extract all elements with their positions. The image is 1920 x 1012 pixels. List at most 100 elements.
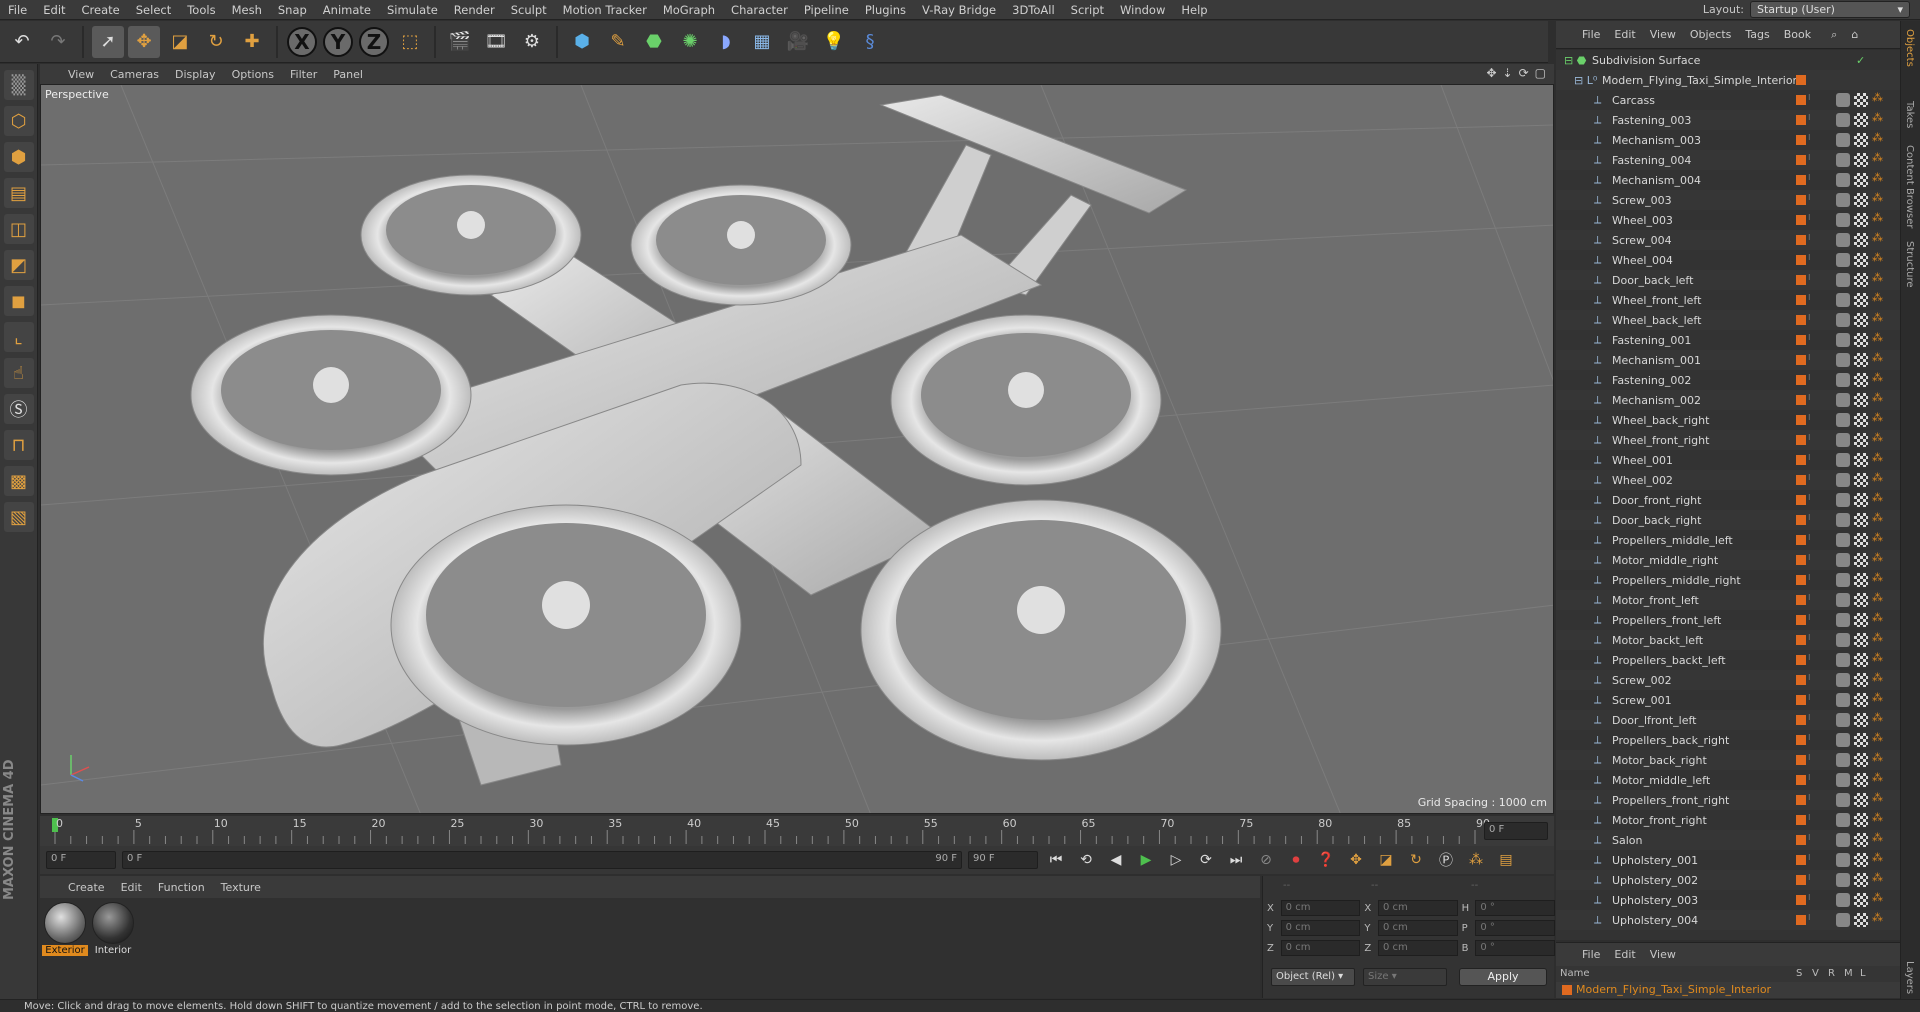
texture-tag-icon[interactable] [1854,573,1868,587]
solo-icon[interactable]: Ⓢ [3,394,34,424]
object-row[interactable]: ⟂ Fastening_001 ⁝ ⁂ [1556,330,1900,350]
timeline-window-icon[interactable]: ▤ [1494,849,1518,871]
phong-tag-icon[interactable] [1836,293,1850,307]
axis-z-button[interactable]: Z [359,26,389,57]
go-to-start-icon[interactable]: ⏮ [1044,849,1068,871]
material-tag-icon[interactable]: ⁂ [1872,891,1883,904]
phong-tag-icon[interactable] [1836,253,1850,267]
menu-vray-bridge[interactable]: V-Ray Bridge [914,0,1004,20]
layer-color-tag[interactable] [1796,615,1806,625]
previous-frame-icon[interactable]: ◀ [1104,849,1128,871]
key-parameter-icon[interactable]: Ⓟ [1434,849,1458,871]
texture-tag-icon[interactable] [1854,453,1868,467]
layer-color-tag[interactable] [1796,555,1806,565]
move-icon[interactable]: ✥ [128,25,160,58]
apply-button[interactable]: Apply [1459,968,1547,986]
texture-tag-icon[interactable] [1854,233,1868,247]
planar-workplane-icon[interactable]: ▧ [3,502,34,532]
object-row[interactable]: ⟂ Upholstery_002 ⁝ ⁂ [1556,870,1900,890]
phong-tag-icon[interactable] [1836,353,1850,367]
layer-color-tag[interactable] [1796,275,1806,285]
texture-tag-icon[interactable] [1854,153,1868,167]
menu-plugins[interactable]: Plugins [857,0,914,20]
om-menu-view[interactable]: View [1650,28,1676,41]
key-scale-icon[interactable]: ◪ [1374,849,1398,871]
layer-color-tag[interactable] [1796,135,1806,145]
object-row[interactable]: ⟂ Upholstery_004 ⁝ ⁂ [1556,910,1900,930]
visibility-dots-icon[interactable]: ⁝ [1808,873,1814,883]
object-row[interactable]: ⟂ Fastening_002 ⁝ ⁂ [1556,370,1900,390]
texture-tag-icon[interactable] [1854,433,1868,447]
material-tag-icon[interactable]: ⁂ [1872,371,1883,384]
visibility-dots-icon[interactable]: ⁝ [1808,853,1814,863]
size-mode-select[interactable]: Size ▾ [1363,968,1447,986]
viewport-menu-cameras[interactable]: Cameras [110,68,159,81]
phong-tag-icon[interactable] [1836,133,1850,147]
texture-tag-icon[interactable] [1854,193,1868,207]
visibility-dots-icon[interactable]: ⁝ [1808,433,1814,443]
layer-color-tag[interactable] [1796,595,1806,605]
texture-mode-icon[interactable]: ⬢ [3,142,34,172]
visibility-dots-icon[interactable]: ⁝ [1808,133,1814,143]
menu-script[interactable]: Script [1063,0,1112,20]
material-tag-icon[interactable]: ⁂ [1872,751,1883,764]
layer-color-tag[interactable] [1796,675,1806,685]
material-tag-icon[interactable]: ⁂ [1872,491,1883,504]
object-row[interactable]: ⟂ Wheel_back_left ⁝ ⁂ [1556,310,1900,330]
axis-mode-icon[interactable]: ⌞ [3,322,34,352]
visibility-dots-icon[interactable]: ⁝ [1808,753,1814,763]
layer-color-tag[interactable] [1796,895,1806,905]
object-row[interactable]: ⟂ Wheel_003 ⁝ ⁂ [1556,210,1900,230]
phong-tag-icon[interactable] [1836,433,1850,447]
frame-range-slider[interactable]: 0 F 90 F [122,851,962,869]
phong-tag-icon[interactable] [1836,893,1850,907]
object-row[interactable]: ⟂ Door_front_right ⁝ ⁂ [1556,490,1900,510]
visibility-dots-icon[interactable]: ⁝ [1808,373,1814,383]
object-row[interactable]: ⟂ Wheel_front_right ⁝ ⁂ [1556,430,1900,450]
material-tag-icon[interactable]: ⁂ [1872,131,1883,144]
rotation-p-field[interactable]: 0 ° [1475,920,1555,936]
material-menu-texture[interactable]: Texture [221,881,261,894]
pen-icon[interactable]: ✎ [602,26,634,58]
axis-y-button[interactable]: Y [323,26,353,57]
record-icon[interactable]: ⏺ [1284,849,1308,871]
previous-key-icon[interactable]: ⟲ [1074,849,1098,871]
texture-tag-icon[interactable] [1854,913,1868,927]
go-to-end-icon[interactable]: ⏭ [1224,849,1248,871]
cloner-icon[interactable]: ✺ [674,26,706,58]
phong-tag-icon[interactable] [1836,753,1850,767]
menu-mograph[interactable]: MoGraph [655,0,723,20]
position-x-field[interactable]: 0 cm [1280,900,1361,916]
menu-render[interactable]: Render [446,0,503,20]
layer-color-tag[interactable] [1796,115,1806,125]
material-tag-icon[interactable]: ⁂ [1872,431,1883,444]
phong-tag-icon[interactable] [1836,573,1850,587]
menu-pipeline[interactable]: Pipeline [796,0,857,20]
viewport-menu-filter[interactable]: Filter [290,68,317,81]
material-tag-icon[interactable]: ⁂ [1872,571,1883,584]
play-icon[interactable]: ▶ [1134,849,1158,871]
texture-tag-icon[interactable] [1854,673,1868,687]
visibility-dots-icon[interactable]: ⁝ [1808,313,1814,323]
menu-simulate[interactable]: Simulate [379,0,446,20]
scale-icon[interactable]: ◪ [164,26,196,58]
menu-edit[interactable]: Edit [35,0,73,20]
lm-menu-edit[interactable]: Edit [1614,948,1635,961]
material-tag-icon[interactable]: ⁂ [1872,631,1883,644]
layer-color-tag[interactable] [1796,435,1806,445]
phong-tag-icon[interactable] [1836,773,1850,787]
object-row[interactable]: ⟂ Wheel_001 ⁝ ⁂ [1556,450,1900,470]
size-z-field[interactable]: 0 cm [1378,940,1458,956]
om-menu-edit[interactable]: Edit [1614,28,1635,41]
material-tag-icon[interactable]: ⁂ [1872,791,1883,804]
object-row[interactable]: ⟂ Motor_backt_left ⁝ ⁂ [1556,630,1900,650]
material-tag-icon[interactable]: ⁂ [1872,691,1883,704]
autokey-icon[interactable]: ❓ [1314,849,1338,871]
phong-tag-icon[interactable] [1836,833,1850,847]
layer-color-tag[interactable] [1796,255,1806,265]
object-row[interactable]: ⟂ Upholstery_003 ⁝ ⁂ [1556,890,1900,910]
layer-row[interactable]: Modern_Flying_Taxi_Simple_Interior [1556,982,1900,998]
light-icon[interactable]: 💡 [818,26,850,58]
texture-tag-icon[interactable] [1854,473,1868,487]
search-icon[interactable]: ⌕ [1831,28,1837,42]
